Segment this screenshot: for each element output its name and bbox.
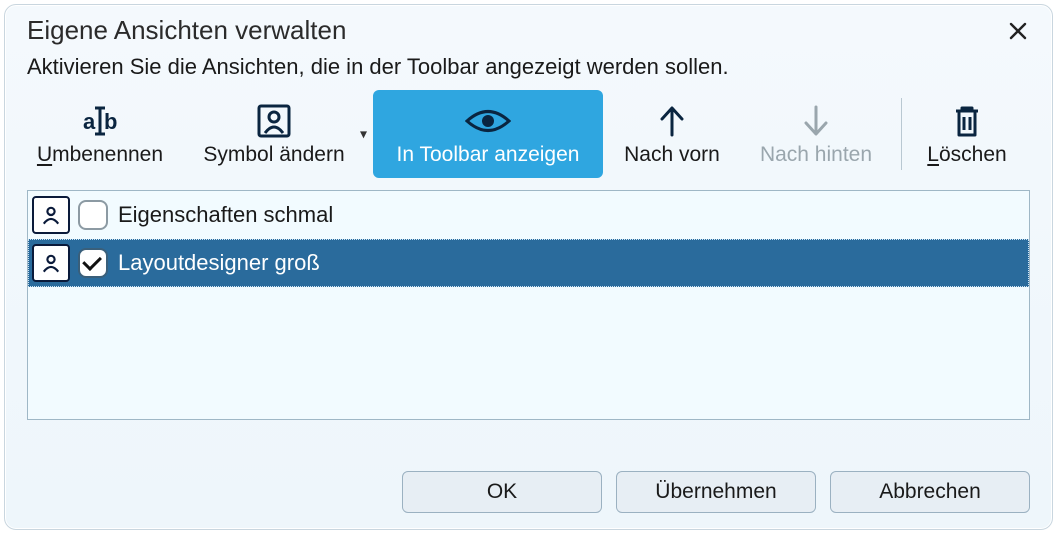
close-icon	[1008, 21, 1028, 41]
svg-text:b: b	[104, 109, 117, 134]
dialog-footer: OK Übernehmen Abbrechen	[5, 459, 1052, 529]
person-frame-icon	[32, 196, 70, 234]
move-backward-label: Nach hinten	[760, 141, 872, 167]
dialog-manage-views: Eigene Ansichten verwalten Aktivieren Si…	[4, 4, 1053, 530]
instruction-text: Aktivieren Sie die Ansichten, die in der…	[5, 52, 1052, 88]
eye-icon	[465, 101, 511, 141]
delete-label: Löschen	[927, 141, 1006, 167]
chevron-down-icon: ▾	[360, 126, 367, 143]
show-in-toolbar-label: In Toolbar anzeigen	[397, 141, 580, 167]
apply-button[interactable]: Übernehmen	[616, 471, 816, 513]
arrow-down-icon	[801, 101, 831, 141]
person-frame-icon	[32, 244, 70, 282]
cancel-button[interactable]: Abbrechen	[830, 471, 1030, 513]
rename-button[interactable]: a b Umbenennen	[25, 90, 175, 178]
trash-icon	[951, 101, 983, 141]
toolbar: a b Umbenennen Symbol ändern ▾	[5, 88, 1052, 184]
toolbar-separator	[901, 98, 902, 170]
move-backward-button: Nach hinten	[741, 90, 891, 178]
delete-button[interactable]: Löschen	[912, 90, 1022, 178]
dialog-title: Eigene Ansichten verwalten	[27, 15, 1000, 46]
list-item-label: Layoutdesigner groß	[116, 250, 320, 276]
rename-label: Umbenennen	[37, 141, 163, 167]
change-icon-label: Symbol ändern	[203, 141, 344, 167]
checkbox[interactable]	[78, 248, 108, 278]
ok-button[interactable]: OK	[402, 471, 602, 513]
list-item[interactable]: Eigenschaften schmal	[28, 191, 1029, 239]
titlebar: Eigene Ansichten verwalten	[5, 5, 1052, 52]
show-in-toolbar-button[interactable]: In Toolbar anzeigen	[373, 90, 603, 178]
move-forward-label: Nach vorn	[624, 141, 720, 167]
svg-text:a: a	[83, 109, 96, 134]
rename-icon: a b	[80, 101, 120, 141]
list-item-label: Eigenschaften schmal	[116, 202, 333, 228]
list-item[interactable]: Layoutdesigner groß	[28, 239, 1029, 287]
close-button[interactable]	[1000, 17, 1036, 45]
checkbox[interactable]	[78, 200, 108, 230]
move-forward-button[interactable]: Nach vorn	[607, 90, 737, 178]
views-list[interactable]: Eigenschaften schmal Layoutdesigner groß	[27, 190, 1030, 420]
person-frame-icon	[256, 101, 292, 141]
change-icon-button[interactable]: Symbol ändern ▾	[179, 90, 369, 178]
arrow-up-icon	[657, 101, 687, 141]
